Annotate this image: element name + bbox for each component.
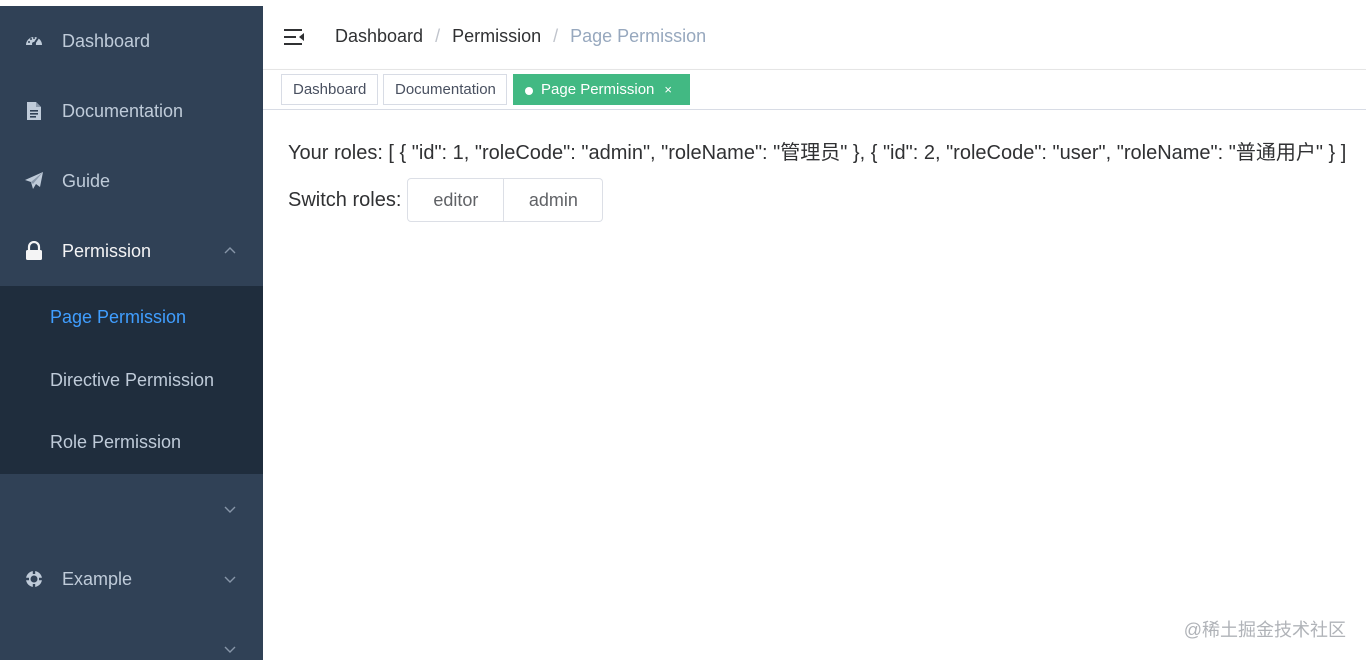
- sidebar-item-directive-permission[interactable]: Directive Permission: [0, 349, 263, 411]
- close-icon[interactable]: ×: [664, 82, 672, 97]
- paper-plane-icon: [24, 171, 44, 191]
- breadcrumb-separator: /: [553, 26, 559, 46]
- sidebar-item-label: Example: [62, 568, 133, 589]
- switch-roles-label: Switch roles:: [288, 188, 402, 211]
- role-option-editor[interactable]: editor: [407, 178, 505, 222]
- active-dot-icon: [525, 87, 533, 95]
- sidebar-item-permission[interactable]: Permission: [0, 216, 263, 286]
- breadcrumb: Dashboard / Permission / Page Permission: [335, 26, 706, 47]
- sidebar-item-dashboard[interactable]: Dashboard: [0, 6, 263, 76]
- tag-label: Page Permission: [541, 81, 655, 98]
- hamburger-icon[interactable]: [283, 26, 305, 48]
- chevron-down-icon: [222, 571, 238, 587]
- sidebar-item-label: Documentation: [62, 100, 184, 121]
- tag-documentation[interactable]: Documentation: [383, 74, 507, 105]
- role-radio-group: editor admin: [407, 178, 604, 222]
- breadcrumb-item-permission[interactable]: Permission: [452, 26, 541, 47]
- sidebar-item-example[interactable]: Example: [0, 544, 263, 614]
- example-icon: [24, 569, 44, 589]
- role-option-admin[interactable]: admin: [504, 178, 604, 222]
- roles-text: Your roles: [ { "id": 1, "roleCode": "ad…: [288, 142, 1347, 164]
- sidebar-item-unlabeled[interactable]: [0, 474, 263, 544]
- sidebar-item-guide[interactable]: Guide: [0, 146, 263, 216]
- sidebar-item-label: Role Permission: [50, 431, 182, 452]
- sidebar-item-label: Directive Permission: [50, 369, 215, 390]
- sidebar-item-label: Guide: [62, 170, 111, 191]
- watermark: @稀土掘金技术社区: [1183, 620, 1346, 640]
- main-content: Your roles: [ { "id": 1, "roleCode": "ad…: [263, 110, 1366, 660]
- sidebar: Dashboard Documentation Guide Permission…: [0, 6, 263, 660]
- document-icon: [24, 101, 44, 121]
- lock-icon: [24, 241, 44, 261]
- dashboard-icon: [24, 31, 44, 51]
- sidebar-item-label: Dashboard: [62, 30, 151, 51]
- sidebar-item-page-permission[interactable]: Page Permission: [0, 286, 263, 348]
- sidebar-item-unlabeled[interactable]: [0, 614, 263, 660]
- breadcrumb-item-current: Page Permission: [570, 26, 707, 46]
- chevron-down-icon: [222, 501, 238, 517]
- navbar: Dashboard / Permission / Page Permission: [263, 6, 1366, 70]
- tags-view: Dashboard Documentation Page Permission …: [263, 70, 1366, 110]
- chevron-down-icon: [222, 641, 238, 657]
- breadcrumb-item-dashboard[interactable]: Dashboard: [335, 26, 423, 47]
- sidebar-item-label: Permission: [62, 240, 152, 261]
- tag-label: Documentation: [395, 81, 496, 98]
- tag-page-permission[interactable]: Page Permission ×: [513, 74, 690, 105]
- tag-label: Dashboard: [293, 81, 367, 98]
- sidebar-item-documentation[interactable]: Documentation: [0, 76, 263, 146]
- sidebar-item-role-permission[interactable]: Role Permission: [0, 411, 263, 473]
- breadcrumb-separator: /: [435, 26, 441, 46]
- sidebar-item-label: Page Permission: [50, 306, 187, 327]
- chevron-up-icon: [222, 243, 238, 259]
- switch-roles-row: Switch roles: editor admin: [288, 178, 604, 222]
- tag-dashboard[interactable]: Dashboard: [281, 74, 378, 105]
- permission-submenu: Page Permission Directive Permission Rol…: [0, 286, 263, 474]
